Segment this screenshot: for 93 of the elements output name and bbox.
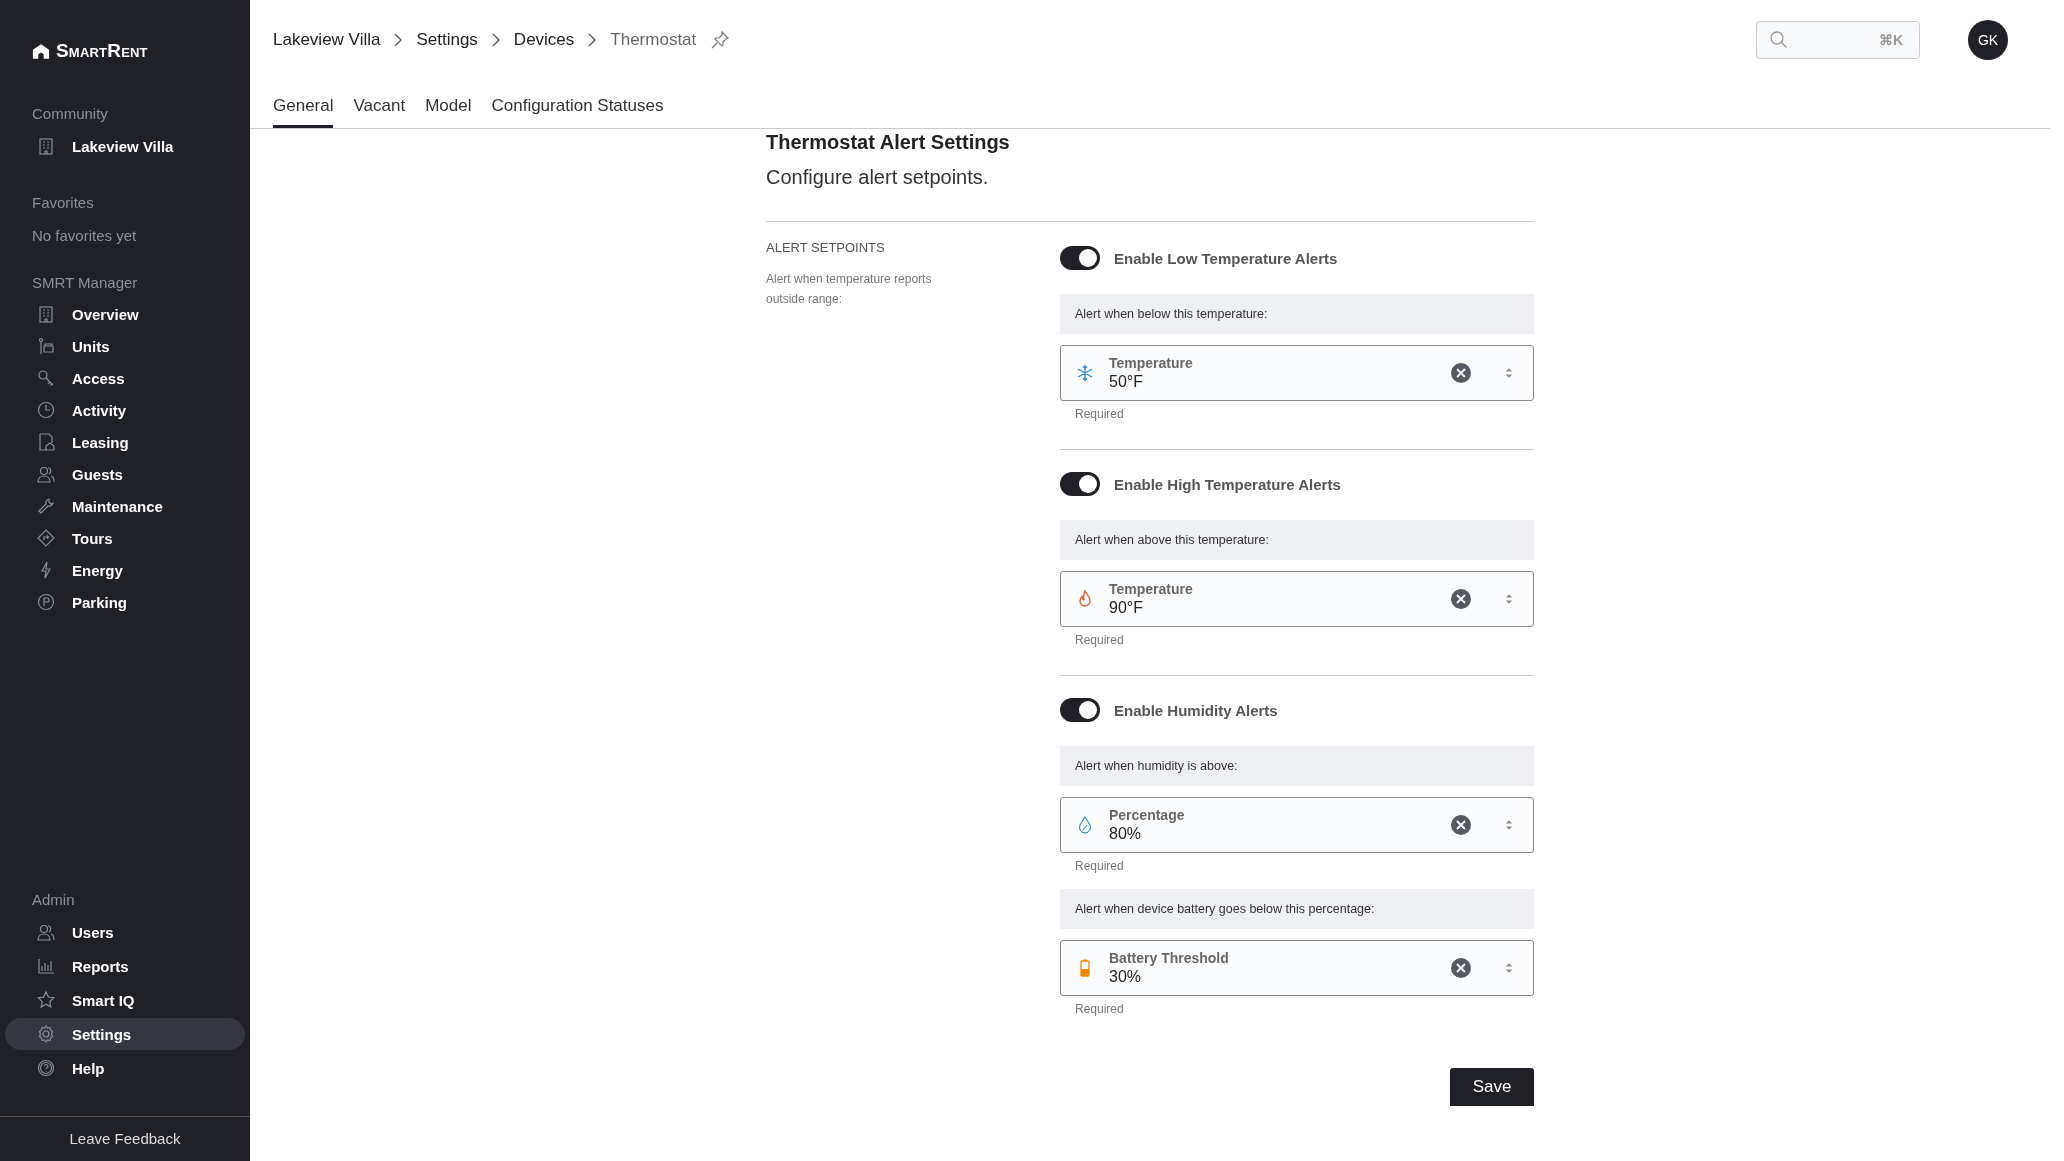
nav-item[interactable]: Tours (5, 523, 245, 553)
lease-icon (36, 432, 56, 452)
users-icon (36, 464, 56, 484)
nav-item[interactable]: Users (5, 916, 245, 948)
clock-icon (36, 400, 56, 420)
clear-icon[interactable] (1451, 958, 1471, 978)
breadcrumb-link[interactable]: Devices (513, 30, 575, 50)
helper-text: Required (1074, 1001, 1125, 1016)
nav-item[interactable]: Guests (5, 459, 245, 489)
stepper-icon[interactable] (1505, 819, 1513, 831)
breadcrumb-link[interactable]: Lakeview Villa (273, 30, 381, 50)
field-value: 30% (1109, 968, 1142, 986)
section-title: Admin (31, 891, 76, 908)
parking-icon (36, 592, 56, 612)
field-label: Battery Threshold (1109, 950, 1229, 966)
toggle-switch[interactable] (1060, 698, 1100, 722)
gear-icon (36, 1024, 56, 1044)
section-heading: ALERT SETPOINTS (766, 240, 886, 255)
number-input-field[interactable]: Temperature 90°F (1060, 571, 1534, 627)
clear-icon[interactable] (1451, 589, 1471, 609)
tab[interactable]: General (273, 96, 334, 128)
field-label: Temperature (1109, 355, 1193, 371)
nav-item[interactable]: Energy (5, 555, 245, 585)
form-subtitle: Configure alert setpoints. (766, 166, 1534, 222)
form-title: Thermostat Alert Settings (766, 131, 1011, 154)
nav-item[interactable]: Access (5, 363, 245, 393)
wrench-icon (36, 496, 56, 516)
stepper-icon[interactable] (1505, 962, 1513, 974)
hint-banner: Alert when above this temperature: (1060, 520, 1534, 560)
section-description: Alert when temperature reports outside range: (766, 271, 933, 308)
stepper-icon[interactable] (1505, 593, 1513, 605)
empty-message: No favorites yet (31, 227, 138, 244)
save-button[interactable]: Save (1450, 1068, 1534, 1106)
tab[interactable]: Model (425, 96, 472, 128)
field-label: Percentage (1109, 807, 1185, 823)
helper-text: Required (1074, 406, 1125, 421)
nav-item[interactable]: Overview (5, 299, 245, 329)
key-icon (36, 368, 56, 388)
toggle-label: Enable High Temperature Alerts (1114, 475, 1341, 493)
snowflake-icon (1075, 363, 1095, 383)
search-icon (1769, 30, 1789, 50)
toggle-label: Enable Low Temperature Alerts (1114, 249, 1338, 267)
helper-text: Required (1074, 858, 1125, 873)
number-input-field[interactable]: Temperature 50°F (1060, 345, 1534, 401)
toggle-label: Enable Humidity Alerts (1114, 701, 1278, 719)
breadcrumb-link[interactable]: Settings (416, 30, 478, 50)
chart-icon (36, 956, 56, 976)
nav-item[interactable]: Help (5, 1052, 245, 1084)
field-value: 90°F (1109, 599, 1143, 617)
tab[interactable]: Vacant (353, 96, 406, 128)
number-input-field[interactable]: Percentage 80% (1060, 797, 1534, 853)
help-icon (36, 1058, 56, 1078)
clear-icon[interactable] (1451, 363, 1471, 383)
nav-item[interactable]: Units (5, 331, 245, 361)
chevron-right-icon (394, 33, 403, 47)
users-icon (36, 922, 56, 942)
tab[interactable]: Configuration Statuses (491, 96, 664, 128)
clear-icon[interactable] (1451, 815, 1471, 835)
diamond-icon (36, 528, 56, 548)
field-label: Temperature (1109, 581, 1193, 597)
chevron-right-icon (491, 33, 500, 47)
user-avatar[interactable]: GK (1968, 20, 2008, 60)
hint-banner: Alert when below this temperature: (1060, 294, 1534, 334)
logo-text: SmartRent (56, 40, 148, 62)
section-title: Community (31, 105, 109, 122)
number-input-field[interactable]: Battery Threshold 30% (1060, 940, 1534, 996)
shortcut-hint: ⌘K (1878, 32, 1903, 48)
breadcrumb-link[interactable]: Thermostat (610, 30, 697, 50)
house-logo-icon (32, 42, 50, 60)
toggle-switch[interactable] (1060, 472, 1100, 496)
nav-item[interactable]: Activity (5, 395, 245, 425)
nav-item[interactable]: Leasing (5, 427, 245, 457)
pin-icon[interactable] (710, 30, 731, 50)
toggle-switch[interactable] (1060, 246, 1100, 270)
nav-item[interactable]: Settings (5, 1018, 245, 1050)
hint-banner: Alert when humidity is above: (1060, 746, 1534, 786)
units-icon (36, 336, 56, 356)
building-icon (36, 136, 56, 156)
section-title: SMRT Manager (31, 274, 139, 291)
nav-item[interactable]: Smart IQ (5, 984, 245, 1016)
nav-item[interactable]: Lakeview Villa (5, 130, 245, 162)
nav-item[interactable]: Maintenance (5, 491, 245, 521)
stepper-icon[interactable] (1505, 367, 1513, 379)
field-value: 80% (1109, 825, 1142, 843)
section-title: Favorites (31, 194, 95, 211)
star-icon (36, 990, 56, 1010)
chevron-right-icon (588, 33, 597, 47)
building-icon (36, 304, 56, 324)
hint-banner: Alert when device battery goes below this percentage: (1060, 889, 1534, 929)
nav-item[interactable]: Reports (5, 950, 245, 982)
nav-item[interactable]: Parking (5, 587, 245, 617)
field-value: 50°F (1109, 373, 1143, 391)
helper-text: Required (1074, 632, 1125, 647)
